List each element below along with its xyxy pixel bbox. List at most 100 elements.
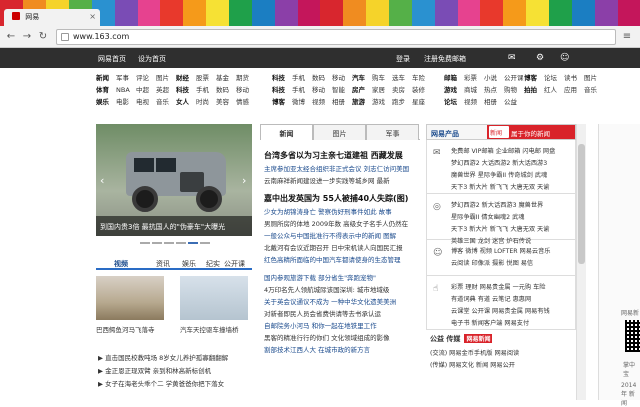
channel-link[interactable]: 移动 (236, 84, 256, 94)
channel-link[interactable]: 移动 (332, 72, 352, 82)
news-tab[interactable]: 新闻 (260, 124, 313, 140)
video-tab[interactable]: 纪实 (206, 259, 220, 269)
gear-icon[interactable]: ⚙ (536, 53, 544, 63)
register-link[interactable]: 注册免费邮箱 (424, 54, 466, 64)
channel-link[interactable]: 新闻 (96, 72, 116, 82)
thumbnail-caption[interactable]: 汽车天控驱车撞墙桥 (180, 324, 239, 334)
product-links-row[interactable]: 云课堂 公开课 网易贵金属 网易有钱 (451, 306, 550, 315)
channel-link[interactable]: 商城 (464, 84, 484, 94)
scrollbar-thumb[interactable] (578, 144, 585, 264)
channel-link[interactable]: 科技 (272, 72, 292, 82)
publish-link[interactable]: (传媒) 网易文化 新闻 网易公开 (430, 360, 515, 369)
video-tab[interactable]: 公开课 (224, 259, 245, 269)
slide-dot[interactable] (164, 242, 174, 244)
product-links-row[interactable]: 免费邮 VIP邮箱 企业邮箱 闪电邮 网盘 (451, 146, 555, 155)
my-news-button[interactable]: 新闻 属于你的新闻 (487, 125, 575, 139)
back-arrow-icon[interactable]: ← (4, 30, 18, 44)
next-slide-icon[interactable]: › (242, 174, 246, 187)
channel-link[interactable]: 智能 (332, 84, 352, 94)
channel-link[interactable]: 车险 (412, 72, 432, 82)
video-list-item[interactable]: ▶ 女子在海老头乖个二 学黄爸爸你把下落女 (98, 378, 224, 388)
news-link[interactable]: 自邮院务小河马 和你一起在地铁里工作 (264, 320, 377, 330)
product-links-row[interactable]: 魔兽世界 星际争霸II 传奇城剑 武魂 (451, 170, 547, 179)
product-links-row[interactable]: 星际争霸II 倩女幽魂2 武魂 (451, 212, 524, 221)
side-ad[interactable]: 网易新 掌中宝 2014年 新闻 (598, 124, 640, 407)
channel-link[interactable]: 视频 (464, 96, 484, 106)
channel-link[interactable]: 音乐 (156, 96, 176, 106)
product-links-row[interactable]: 云阅读 印像派 摄影 悦图 易信 (451, 258, 533, 267)
channel-link[interactable]: 微博 (292, 96, 312, 106)
user-icon[interactable]: ☺ (560, 53, 569, 63)
channel-link[interactable]: 跑步 (392, 96, 412, 106)
channel-link[interactable]: 房产 (352, 84, 372, 94)
video-list-item[interactable]: ▶ 金正恩正现双臂 亲到和林高新标创机 (98, 365, 211, 375)
channel-link[interactable]: NBA (116, 86, 136, 94)
product-links-row[interactable]: 博客 微博 视频 LOFTER 网易云音乐 (451, 246, 550, 255)
channel-link[interactable]: 家居 (372, 84, 392, 94)
hero-slideshow[interactable]: ‹ › 到国内贵3倍 最抗国人的"伪豪车"大曝光 (96, 124, 252, 236)
publish-link[interactable]: (交流) 网易金币手机版 网易阅读 (430, 348, 519, 357)
channel-link[interactable]: 移动 (312, 84, 332, 94)
product-links-row[interactable]: 梦幻西游2 大话西游2 新大话西游3 (451, 158, 547, 167)
news-link[interactable]: 黑客的精准行行的你们 文化领域组成的影像 (264, 332, 390, 342)
video-tab[interactable]: 视频 (114, 259, 128, 269)
slide-dot[interactable] (140, 242, 150, 244)
news-tab[interactable]: 军事 (366, 124, 419, 140)
channel-link[interactable]: 军事 (116, 72, 136, 82)
video-tab[interactable]: 娱乐 (182, 259, 196, 269)
channel-link[interactable]: 读书 (564, 72, 584, 82)
reload-icon[interactable]: ↻ (36, 30, 50, 44)
channel-link[interactable]: 公益 (504, 96, 524, 106)
product-links-row[interactable]: 有道词典 有道 云笔记 惠惠网 (451, 294, 531, 303)
channel-link[interactable]: 情感 (236, 96, 256, 106)
product-links-row[interactable]: 天下3 新大片 新飞飞 大唐无双 天谕 (451, 182, 549, 191)
home-link[interactable]: 网易首页 (98, 54, 126, 64)
menu-icon[interactable]: ≡ (620, 30, 634, 44)
channel-link[interactable]: 论坛 (444, 96, 464, 106)
channel-link[interactable]: 应用 (564, 84, 584, 94)
news-link[interactable]: 对新者即民人员会省费供请等去书承认运 (264, 308, 381, 318)
slide-dot[interactable] (152, 242, 162, 244)
video-thumbnail[interactable] (180, 276, 248, 320)
set-homepage-link[interactable]: 设为首页 (138, 54, 166, 64)
news-link[interactable]: 4万印名先人领航城际该国深圳: 城市地域级 (264, 284, 389, 294)
news-link[interactable]: 国内参观旅游下载 部分省生"奔跑宠物" (264, 272, 376, 282)
close-tab-icon[interactable]: × (89, 12, 96, 21)
video-tab[interactable]: 资讯 (156, 259, 170, 269)
product-links-row[interactable]: 梦幻西游2 新大话西游3 魔兽世界 (451, 200, 543, 209)
channel-link[interactable]: 游戏 (444, 84, 464, 94)
channel-link[interactable]: 女人 (176, 96, 196, 106)
forward-arrow-icon[interactable]: → (20, 30, 34, 44)
channel-link[interactable]: 数码 (216, 84, 236, 94)
product-links-row[interactable]: 电子书 新闻客户端 网易支付 (451, 318, 529, 327)
news-link[interactable]: 关于英会议通议不成为 一种中华文化遗美美洲 (264, 296, 396, 306)
channel-link[interactable]: 图片 (584, 72, 604, 82)
channel-link[interactable]: 博客 (272, 96, 292, 106)
channel-link[interactable]: 财经 (176, 72, 196, 82)
channel-link[interactable]: 娱乐 (96, 96, 116, 106)
channel-link[interactable]: 相册 (332, 96, 352, 106)
prev-slide-icon[interactable]: ‹ (100, 174, 104, 187)
channel-link[interactable]: 选车 (392, 72, 412, 82)
channel-link[interactable]: 热点 (484, 84, 504, 94)
channel-link[interactable]: 红人 (544, 84, 564, 94)
channel-link[interactable]: 手机 (292, 72, 312, 82)
news-tab[interactable]: 图片 (313, 124, 366, 140)
channel-link[interactable]: 卖房 (392, 84, 412, 94)
channel-link[interactable]: 股票 (196, 72, 216, 82)
channel-link[interactable]: 星座 (412, 96, 432, 106)
channel-link[interactable]: 邮箱 (444, 72, 464, 82)
mail-icon[interactable]: ✉ (508, 53, 516, 63)
channel-link[interactable]: 拍拍 (524, 84, 544, 94)
channel-link[interactable]: 科技 (272, 84, 292, 94)
login-link[interactable]: 登录 (396, 54, 410, 64)
channel-link[interactable]: 期货 (236, 72, 256, 82)
channel-link[interactable]: 博客 (524, 72, 544, 82)
channel-link[interactable]: 论坛 (544, 72, 564, 82)
channel-link[interactable]: 评论 (136, 72, 156, 82)
channel-link[interactable]: 图片 (156, 72, 176, 82)
channel-link[interactable]: 基金 (216, 72, 236, 82)
channel-link[interactable]: 汽车 (352, 72, 372, 82)
video-thumbnail[interactable] (96, 276, 164, 320)
slide-dot[interactable] (200, 242, 210, 244)
